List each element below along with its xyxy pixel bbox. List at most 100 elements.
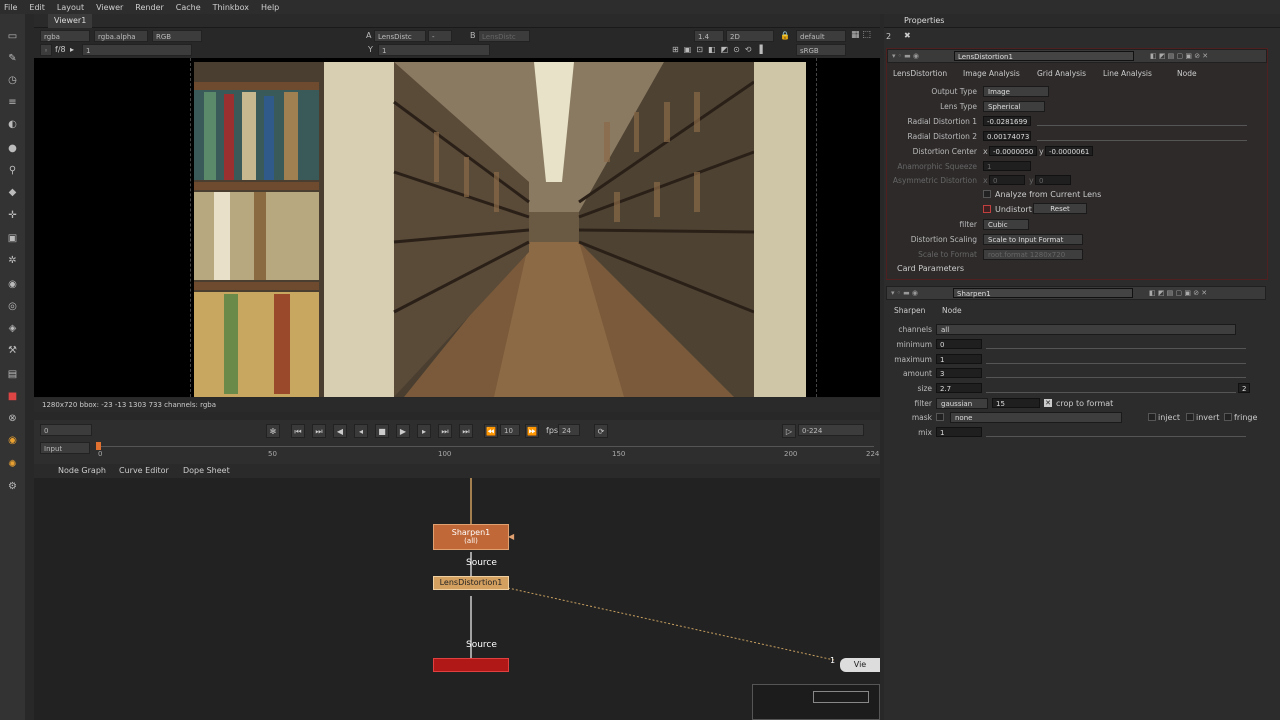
prev-keyframe-icon[interactable]: ⏭ xyxy=(312,424,326,438)
radial2-field[interactable]: 0.00174073 xyxy=(983,131,1031,141)
mix-field[interactable]: 1 xyxy=(936,427,982,437)
viewer-settings-icon[interactable]: ▦ ⬚ xyxy=(851,30,877,56)
sharpen-node-name-field[interactable]: Sharpen1 xyxy=(953,288,1133,298)
metadata-tool-icon[interactable]: ◈ xyxy=(6,322,19,335)
settings-tool-icon[interactable]: ⚙ xyxy=(6,480,19,493)
radial1-field[interactable]: -0.0281699 xyxy=(983,116,1031,126)
tab-curve-editor[interactable]: Curve Editor xyxy=(119,464,169,478)
analyze-checkbox[interactable] xyxy=(983,190,991,198)
first-frame-icon[interactable]: ⏮ xyxy=(291,424,305,438)
maximum-field[interactable]: 1 xyxy=(936,354,982,364)
node-graph-minimap[interactable] xyxy=(752,684,880,720)
tab-grid-analysis[interactable]: Grid Analysis xyxy=(1037,69,1086,78)
filter-quality-field[interactable]: 15 xyxy=(992,398,1040,408)
tab-sharpen[interactable]: Sharpen xyxy=(894,306,925,315)
last-frame-icon[interactable]: ⏭ xyxy=(459,424,473,438)
ofx-tool-icon[interactable]: ◉ xyxy=(6,434,19,447)
scaling-dropdown[interactable]: Scale to Input Format xyxy=(983,234,1083,245)
plugin-tool-icon[interactable]: ⊗ xyxy=(6,412,19,425)
viewer-node[interactable]: Vie xyxy=(840,658,880,672)
time-ruler[interactable]: 0 50 100 150 200 224 xyxy=(96,442,879,458)
node-graph-canvas[interactable]: Sharpen1 (all) ◀ Source LensDistortion1 … xyxy=(34,478,880,720)
input-a-dropdown[interactable]: LensDistc xyxy=(374,30,426,42)
y-field[interactable]: 1 xyxy=(378,44,490,56)
stop-icon[interactable]: ■ xyxy=(375,424,389,438)
menu-render[interactable]: Render xyxy=(135,3,163,12)
menu-cache[interactable]: Cache xyxy=(176,3,201,12)
sharpen-panel-controls-icons[interactable]: ▾ ◦ ▬ ◉ xyxy=(891,289,918,297)
step-back-icon[interactable]: ◂ xyxy=(354,424,368,438)
fps-field[interactable]: 24 xyxy=(558,424,580,436)
step-field[interactable]: 10 xyxy=(500,424,520,436)
play-icon[interactable]: ▶ xyxy=(396,424,410,438)
input-dropdown[interactable]: Input xyxy=(40,442,90,454)
viewer-canvas[interactable] xyxy=(34,58,880,397)
deep-tool-icon[interactable]: ◉ xyxy=(6,278,19,291)
views-tool-icon[interactable]: ◎ xyxy=(6,300,19,313)
card-params-toggle[interactable]: Card Parameters xyxy=(897,264,964,273)
viewer-tools-icons[interactable]: ⊞▣⊡◧◩⊙⟲▐ xyxy=(672,45,768,54)
fstop-arrow-icon[interactable]: ▸ xyxy=(70,45,74,54)
fstop-toggle-icon[interactable]: ◦ xyxy=(40,44,52,56)
tab-line-analysis[interactable]: Line Analysis xyxy=(1103,69,1152,78)
inject-checkbox[interactable] xyxy=(1148,413,1156,421)
3d-tool-icon[interactable]: ▣ xyxy=(6,232,19,245)
furnace-tool-icon[interactable]: ■ xyxy=(6,390,19,403)
lut-dropdown[interactable]: default xyxy=(796,30,846,42)
tab-image-analysis[interactable]: Image Analysis xyxy=(963,69,1020,78)
size-field[interactable]: 2.7 xyxy=(936,383,982,393)
size-right-field[interactable]: 2 xyxy=(1238,383,1250,393)
asym-x-field[interactable]: 0 xyxy=(989,175,1025,185)
panel-controls-icons[interactable]: ▾ ◦ ▬ ◉ xyxy=(892,52,919,60)
image-tool-icon[interactable]: ▭ xyxy=(6,30,19,43)
asym-y-field[interactable]: 0 xyxy=(1035,175,1071,185)
lens-node-name-field[interactable]: LensDistortion1 xyxy=(954,51,1134,61)
minimum-field[interactable]: 0 xyxy=(936,339,982,349)
toolsets-tool-icon[interactable]: ⚒ xyxy=(6,344,19,357)
alpha-dropdown[interactable]: rgba.alpha xyxy=(94,30,148,42)
next-keyframe-icon[interactable]: ⏭ xyxy=(438,424,452,438)
input-op-dropdown[interactable]: - xyxy=(428,30,452,42)
radial2-slider[interactable] xyxy=(1037,131,1247,141)
menu-thinkbox[interactable]: Thinkbox xyxy=(213,3,249,12)
color-tool-icon[interactable]: ◐ xyxy=(6,118,19,131)
skip-forward-icon[interactable]: ⏩ xyxy=(525,424,539,438)
particles-tool-icon[interactable]: ✲ xyxy=(6,254,19,267)
mask-checkbox[interactable] xyxy=(936,413,944,421)
properties-count[interactable]: 2 xyxy=(886,32,891,41)
radial1-slider[interactable] xyxy=(1037,116,1247,126)
loop-icon[interactable]: ⟳ xyxy=(594,424,608,438)
step-forward-icon[interactable]: ▸ xyxy=(417,424,431,438)
settings-icon[interactable]: ✻ xyxy=(266,424,280,438)
transform-tool-icon[interactable]: ✛ xyxy=(6,209,19,222)
channels-dropdown[interactable]: rgba xyxy=(40,30,90,42)
anamorphic-field[interactable]: 1 xyxy=(983,161,1031,171)
sharpen-filter-dropdown[interactable]: gaussian xyxy=(936,398,988,409)
tab-viewer1[interactable]: Viewer1 xyxy=(48,14,93,28)
crop-checkbox[interactable]: ✕ xyxy=(1044,399,1052,407)
mask-dropdown[interactable]: none xyxy=(950,412,1122,423)
range-icon[interactable]: ▷ xyxy=(782,424,796,438)
scale-format-dropdown[interactable]: root.format 1280x720 xyxy=(983,249,1083,260)
lens-type-dropdown[interactable]: Spherical xyxy=(983,101,1045,112)
minimum-slider[interactable] xyxy=(986,339,1246,349)
time-tool-icon[interactable]: ◷ xyxy=(6,74,19,87)
frame-field[interactable]: 1 xyxy=(82,44,192,56)
menu-help[interactable]: Help xyxy=(261,3,279,12)
lens-distortion-node[interactable]: LensDistortion1 xyxy=(433,576,509,590)
filter-dropdown[interactable]: Cubic xyxy=(983,219,1029,230)
menu-edit[interactable]: Edit xyxy=(29,3,45,12)
tab-sharpen-node[interactable]: Node xyxy=(942,306,962,315)
channel-tool-icon[interactable]: ≡ xyxy=(6,96,19,109)
undistort-checkbox[interactable] xyxy=(983,205,991,213)
tab-dope-sheet[interactable]: Dope Sheet xyxy=(183,464,230,478)
frame-counter[interactable]: 0 xyxy=(40,424,92,436)
read-node[interactable] xyxy=(433,658,509,672)
tab-lens-node[interactable]: Node xyxy=(1177,69,1197,78)
tab-lensdistortion[interactable]: LensDistortion xyxy=(893,69,947,78)
keyer-tool-icon[interactable]: ⚲ xyxy=(6,164,19,177)
minimap-viewport[interactable] xyxy=(813,691,869,703)
menu-file[interactable]: File xyxy=(4,3,17,12)
fringe-checkbox[interactable] xyxy=(1224,413,1232,421)
invert-checkbox[interactable] xyxy=(1186,413,1194,421)
